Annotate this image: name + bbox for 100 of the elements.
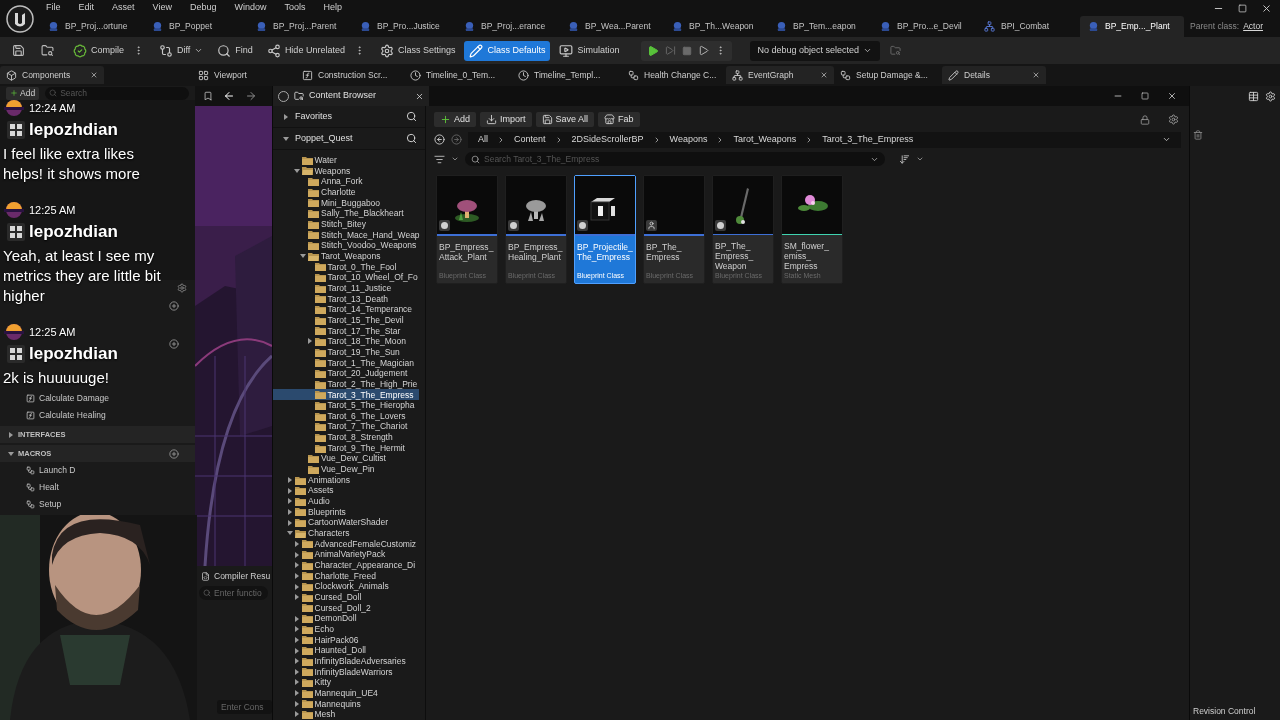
folder-item[interactable]: InfinityBladeWarriors — [273, 666, 419, 678]
breadcrumb-item[interactable]: Weapons — [669, 132, 708, 147]
sort-icon[interactable] — [899, 153, 910, 165]
save-icon[interactable] — [12, 44, 25, 57]
folder-item[interactable]: Tarot_7_The_Chariot — [273, 421, 419, 433]
collapsed-arrow-icon[interactable] — [287, 477, 293, 483]
document-tab[interactable]: BP_Pro...e_Devil — [872, 16, 976, 37]
folder-item[interactable]: Clockwork_Animals — [273, 581, 419, 592]
folder-item[interactable]: Tarot_1_The_Magician — [273, 357, 419, 369]
trash-icon[interactable] — [1193, 130, 1203, 140]
tree-section-header[interactable]: Favorites — [273, 106, 425, 128]
panel-tab[interactable]: Health Change C... — [622, 66, 726, 84]
settings-icon[interactable] — [1168, 114, 1179, 125]
folder-item[interactable]: Echo — [273, 623, 419, 635]
folder-item[interactable]: Tarot_9_The_Hermit — [273, 442, 419, 454]
folder-item[interactable]: Anna_Fork — [273, 176, 419, 187]
collapsed-arrow-icon[interactable] — [293, 562, 300, 569]
breadcrumb-item[interactable]: Content — [514, 132, 546, 147]
breadcrumb-item[interactable]: Tarot_Weapons — [733, 132, 797, 147]
folder-item[interactable]: CartoonWaterShader — [273, 517, 419, 528]
function-item[interactable]: Calculate Damage — [0, 390, 195, 407]
menu-item[interactable]: Tools — [282, 1, 308, 15]
caret-icon[interactable] — [916, 155, 924, 163]
folder-item[interactable]: Vue_Dew_Cultist — [273, 453, 419, 465]
collapsed-arrow-icon[interactable] — [293, 658, 300, 665]
maximize-icon[interactable] — [1141, 92, 1149, 100]
folder-item[interactable]: Mini_Buggaboo — [273, 197, 419, 209]
lock-icon[interactable] — [1140, 114, 1150, 125]
collapsed-arrow-icon[interactable] — [306, 338, 313, 345]
browse-icon[interactable] — [41, 44, 54, 57]
status-text[interactable]: Revision Control — [1193, 704, 1256, 718]
close-icon[interactable] — [90, 71, 98, 79]
menu-item[interactable]: Help — [321, 1, 344, 15]
folder-item[interactable]: Sally_The_Blackheart — [273, 208, 419, 219]
forward-icon[interactable] — [245, 90, 257, 102]
debug-object-dropdown[interactable]: No debug object selected — [749, 40, 881, 61]
expanded-arrow-icon[interactable] — [293, 168, 300, 174]
folder-item[interactable]: Charlotte_Freed — [273, 570, 419, 582]
folder-item[interactable]: Tarot_2_The_High_Prie — [273, 378, 419, 390]
folder-item[interactable]: Audio — [273, 496, 419, 507]
close-icon[interactable] — [1032, 71, 1040, 79]
folder-item[interactable]: Character_Appearance_Di — [273, 559, 419, 571]
document-tab[interactable]: BP_Emp..._Plant — [1080, 16, 1184, 37]
breadcrumb-item[interactable]: Tarot_3_The_Empress — [822, 132, 914, 147]
collapsed-arrow-icon[interactable] — [293, 551, 300, 558]
toolbar-button[interactable]: Simulation — [554, 40, 625, 61]
collapsed-arrow-icon[interactable] — [293, 700, 300, 707]
folder-item[interactable]: Assets — [273, 485, 419, 496]
panel-tab[interactable]: Viewport — [192, 66, 296, 84]
folder-item[interactable]: HairPack06 — [273, 634, 419, 646]
document-tab[interactable]: BP_Pro...Justice — [352, 16, 456, 37]
folder-item[interactable]: Kitty — [273, 677, 419, 688]
tree-section-header[interactable]: Poppet_Quest — [273, 128, 425, 150]
panel-tab[interactable]: Setup Damage &... — [834, 66, 942, 84]
menu-item[interactable]: Debug — [187, 1, 219, 15]
folder-item[interactable]: Cursed_Doll — [273, 591, 419, 603]
close-icon[interactable] — [1261, 2, 1272, 14]
folder-item[interactable]: Tarot_14_Temperance — [273, 304, 419, 315]
collapsed-arrow-icon[interactable] — [293, 636, 300, 643]
folder-item[interactable]: Tarot_10_Wheel_Of_Fo — [273, 272, 419, 283]
table-icon[interactable] — [1248, 90, 1259, 102]
folder-item[interactable]: Tarot_13_Death — [273, 293, 419, 305]
content-action-button[interactable]: Add — [434, 112, 476, 127]
panel-tab[interactable]: Details — [942, 66, 1046, 84]
forward-icon[interactable] — [451, 134, 462, 145]
document-tab[interactable]: BP_Poppet — [144, 16, 248, 37]
caret-icon[interactable] — [451, 155, 459, 163]
toolbar-button[interactable]: Hide Unrelated — [261, 40, 350, 61]
caret-icon[interactable] — [1162, 135, 1171, 144]
macro-item[interactable]: Healt — [0, 479, 195, 496]
menu-item[interactable]: View — [150, 1, 174, 15]
toolbar-button[interactable]: Class Settings — [374, 40, 461, 61]
document-tab[interactable]: BP_Proj...erance — [456, 16, 560, 37]
restore-icon[interactable] — [1238, 3, 1247, 13]
add-icon[interactable] — [169, 339, 179, 349]
collapsed-arrow-icon[interactable] — [293, 583, 300, 590]
play-icon[interactable] — [646, 44, 659, 57]
folder-item[interactable]: Tarot_19_The_Sun — [273, 346, 419, 358]
folder-item[interactable]: Tarot_18_The_Moon — [273, 336, 419, 347]
toolbar-button[interactable]: Diff — [154, 40, 209, 61]
folder-item[interactable]: Haunted_Doll — [273, 645, 419, 656]
folder-item[interactable]: Tarot_6_The_Lovers — [273, 410, 419, 422]
panel-tab[interactable]: Timeline_0_Tem... — [404, 66, 512, 84]
collapsed-arrow-icon[interactable] — [293, 626, 300, 633]
expanded-arrow-icon[interactable] — [8, 450, 14, 457]
breadcrumb-item[interactable]: 2DSideScrollerBP — [571, 132, 644, 147]
collapsed-arrow-icon[interactable] — [293, 647, 300, 654]
close-icon[interactable] — [820, 71, 828, 79]
folder-item[interactable]: Tarot_20_Judgement — [273, 368, 419, 379]
add-button[interactable]: Add — [6, 86, 40, 100]
document-tab[interactable]: BP_Proj...ortune — [40, 16, 144, 37]
folder-item[interactable]: Stitch_Voodoo_Weapons — [273, 240, 419, 251]
collapsed-arrow-icon[interactable] — [287, 498, 293, 505]
folder-item[interactable]: Blueprints — [273, 506, 419, 518]
content-action-button[interactable]: Fab — [598, 112, 640, 127]
collapsed-arrow-icon[interactable] — [293, 679, 300, 686]
expanded-arrow-icon[interactable] — [287, 530, 293, 537]
folder-item[interactable]: Tarot_11_Justice — [273, 282, 419, 294]
folder-item[interactable]: Characters — [273, 527, 419, 539]
close-icon[interactable] — [1167, 91, 1177, 101]
